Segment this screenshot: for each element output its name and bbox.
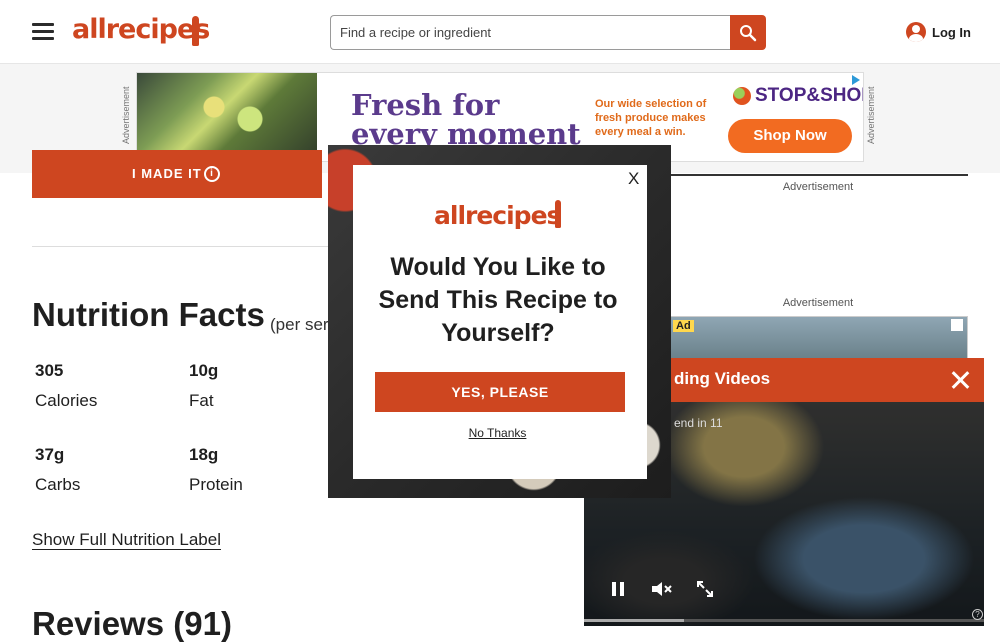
help-icon[interactable]: ? (972, 609, 983, 620)
per-serving-note: (per ser (270, 315, 329, 334)
show-nutrition-label-link[interactable]: Show Full Nutrition Label (32, 530, 221, 550)
ad-headline: Fresh for every moment (351, 88, 581, 151)
yes-please-button[interactable]: YES, PLEASE (375, 372, 625, 412)
modal-logo-spoon-icon (555, 200, 561, 228)
ad-brand-name: STOP&SHOP. (755, 85, 863, 106)
calories-label: Calories (35, 391, 98, 410)
reviews-title: Reviews (91) (32, 605, 232, 642)
site-logo[interactable]: allrecipes (72, 14, 210, 45)
modal-logo: allrecipes (434, 201, 561, 230)
calories-value: 305 (35, 361, 64, 380)
right-rule (668, 174, 968, 176)
i-made-it-button[interactable]: I MADE IT i (32, 150, 322, 198)
search-icon (740, 25, 757, 42)
site-header: allrecipes Log In (0, 0, 1000, 64)
ad-badge: Ad (673, 320, 694, 332)
ad-label-right: Advertisement (866, 86, 876, 144)
brand-logo-icon (733, 87, 751, 105)
modal-heading: Would You Like to Send This Recipe to Yo… (378, 253, 618, 347)
search-button[interactable] (730, 15, 766, 50)
protein-value: 18g (189, 445, 219, 464)
login-link[interactable]: Log In (906, 22, 971, 42)
account-icon (906, 22, 926, 42)
login-label: Log In (932, 24, 971, 40)
nutrition-title: Nutrition Facts (32, 296, 265, 333)
video-title: ding Videos (674, 369, 771, 388)
ad-brand: STOP&SHOP. (733, 85, 863, 107)
ad-subtext: Our wide selection of fresh produce make… (595, 98, 707, 138)
carbs-label: Carbs (35, 475, 81, 494)
unmute-icon[interactable] (650, 579, 674, 599)
logo-spoon-icon (192, 16, 199, 46)
pause-icon[interactable] (610, 580, 626, 598)
fat-value: 10g (189, 361, 219, 380)
adchoices-icon[interactable] (849, 73, 863, 87)
no-thanks-link[interactable]: No Thanks (375, 426, 620, 440)
ad-cta-button[interactable]: Shop Now (728, 119, 852, 153)
right-ad-label-2: Advertisement (782, 297, 854, 309)
search-input[interactable] (331, 16, 730, 49)
right-ad-slot[interactable]: Ad (668, 316, 968, 364)
modal-close-button[interactable]: X (628, 169, 639, 189)
search-field[interactable] (330, 15, 730, 50)
protein-label: Protein (189, 475, 243, 494)
info-icon[interactable]: i (204, 166, 220, 182)
adchoices-icon[interactable] (951, 319, 963, 331)
ad-produce-image (137, 73, 317, 161)
menu-icon[interactable] (32, 23, 54, 41)
ad-countdown: end in 11 (674, 416, 723, 430)
right-ad-label-1: Advertisement (782, 181, 854, 193)
fullscreen-icon[interactable] (696, 580, 714, 598)
carbs-value: 37g (35, 445, 65, 464)
video-progress-bar[interactable] (584, 619, 984, 622)
fat-label: Fat (189, 391, 214, 410)
i-made-it-label: I MADE IT (132, 166, 202, 181)
close-icon[interactable] (950, 370, 970, 390)
ad-label-left: Advertisement (121, 86, 131, 144)
